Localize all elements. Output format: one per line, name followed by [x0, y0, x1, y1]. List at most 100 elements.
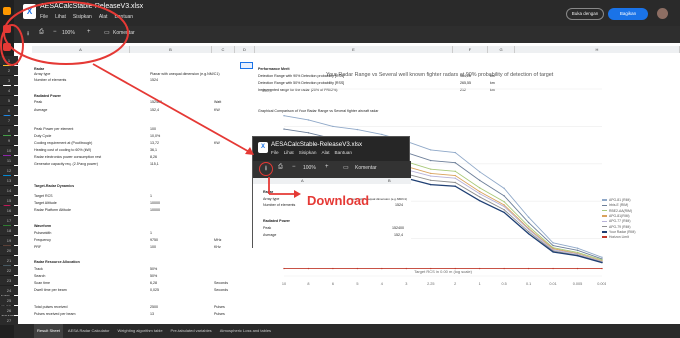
share-button[interactable]: Bagikan: [608, 8, 648, 20]
zoom-out-icon: −: [292, 164, 296, 170]
row-number[interactable]: 23: [0, 276, 18, 285]
comment-icon[interactable]: ▭: [104, 29, 110, 36]
tab-aesa-calculator[interactable]: AESA Radar Calculator: [65, 324, 113, 338]
data-point: [454, 162, 456, 164]
menu-view[interactable]: Lihat: [55, 14, 66, 20]
print-icon[interactable]: ⎙: [39, 29, 44, 36]
row-number[interactable]: 19: [0, 236, 18, 245]
tab-result-sheet[interactable]: Result Sheet: [34, 324, 63, 338]
data-point: [307, 132, 310, 134]
radar-altitude-value[interactable]: 10000: [150, 208, 160, 212]
download-icon[interactable]: ⭳: [259, 162, 273, 176]
column-header-b[interactable]: B: [130, 46, 212, 53]
track-value[interactable]: 50%: [150, 267, 157, 271]
search-value[interactable]: 50%: [150, 274, 157, 278]
sheet-tabs: Result Sheet AESA Radar Calculator Weigh…: [14, 324, 680, 338]
consumption-value[interactable]: 8,26: [150, 155, 157, 159]
elements-value[interactable]: 1524: [150, 78, 158, 82]
zoom-in-icon[interactable]: +: [87, 29, 91, 35]
tab-weighting-table[interactable]: Weighting algorithm table: [114, 324, 165, 338]
scan-time-value[interactable]: 6,28: [150, 281, 157, 285]
browser-icon[interactable]: [3, 43, 11, 51]
row-number[interactable]: 12: [0, 166, 18, 175]
pulsewidth-value[interactable]: 1: [150, 231, 152, 235]
pulses-beam-value[interactable]: 13: [150, 312, 154, 316]
data-point: [552, 267, 554, 270]
data-point: [454, 174, 456, 177]
menu-insert[interactable]: Sisipkan: [73, 14, 92, 20]
frequency-value[interactable]: 9750: [150, 238, 158, 242]
column-header-g[interactable]: G: [488, 46, 515, 53]
pulses-transmitted-value[interactable]: 2500: [150, 305, 158, 309]
dwell-value[interactable]: 0,025: [150, 288, 159, 292]
row-number[interactable]: 16: [0, 206, 18, 215]
tab-pretabulated-variables[interactable]: Pre-tabulated variables: [168, 324, 215, 338]
target-altitude-value[interactable]: 10000: [150, 201, 160, 205]
row-number[interactable]: 11: [0, 156, 18, 165]
comment-button[interactable]: Komentar: [113, 30, 135, 36]
column-header-e[interactable]: E: [255, 46, 453, 53]
open-with-button[interactable]: Buka dengan: [566, 8, 604, 20]
row-number[interactable]: 15: [0, 196, 18, 205]
array-type-value[interactable]: Planar with unequal dimension (e.g.NM/C1…: [150, 72, 220, 76]
row-number[interactable]: 18: [0, 226, 18, 235]
overlay-sheet-preview: A B Radar Array type Planar with unequal…: [253, 178, 411, 249]
column-header-d[interactable]: D: [235, 46, 255, 53]
sheets-icon: X: [258, 142, 268, 153]
x-tick-label: 5: [356, 282, 358, 286]
heating-value[interactable]: 36,1: [150, 148, 157, 152]
row-number[interactable]: 9: [0, 136, 18, 145]
toolbar: ⭳ ⎙ − 100% + ▭ Komentar: [14, 26, 680, 43]
row-number[interactable]: 3: [0, 76, 18, 85]
prf-value[interactable]: 100: [150, 245, 156, 249]
row-number[interactable]: 14: [0, 186, 18, 195]
app-icon[interactable]: [3, 25, 11, 33]
peak-value[interactable]: 152400: [150, 100, 162, 104]
x-axis-label: Target RCS in 0.00 m (log scale): [414, 269, 472, 274]
column-header-c[interactable]: C: [212, 46, 235, 53]
data-point: [576, 247, 579, 249]
zoom-out-icon[interactable]: −: [53, 29, 57, 35]
zoom-level[interactable]: 100%: [62, 30, 75, 36]
target-rcs-value[interactable]: 1: [150, 194, 152, 198]
row-number[interactable]: 22: [0, 266, 18, 275]
column-header-f[interactable]: F: [453, 46, 488, 53]
menu-file[interactable]: File: [40, 14, 48, 20]
data-point: [601, 267, 603, 270]
duty-cycle-value[interactable]: 10,0%: [150, 134, 160, 138]
column-header-h[interactable]: H: [515, 46, 680, 53]
row-number[interactable]: 24: [0, 286, 18, 295]
folder-icon[interactable]: [3, 7, 11, 15]
download-icon[interactable]: ⭳: [27, 29, 29, 39]
row-number[interactable]: 13: [0, 176, 18, 185]
cooling-value[interactable]: 13,72: [150, 141, 159, 145]
avatar[interactable]: [657, 8, 668, 19]
row-number[interactable]: 7: [0, 116, 18, 125]
row-number[interactable]: 5: [0, 96, 18, 105]
frequency-label: Frequency: [34, 238, 51, 242]
tab-atmospheric-loss[interactable]: Atmospheric Loss and tables: [217, 324, 274, 338]
data-point: [478, 171, 481, 173]
average-value[interactable]: 152,4: [150, 108, 159, 112]
row-number[interactable]: 17: [0, 216, 18, 225]
document-title[interactable]: AESACalcStable-ReleaseV3.xlsx: [40, 3, 143, 10]
row-number[interactable]: 2: [0, 66, 18, 75]
menu-help[interactable]: Bantuan: [114, 14, 133, 20]
column-header-a[interactable]: A: [32, 46, 130, 53]
selected-cell[interactable]: [240, 62, 253, 69]
generator-value[interactable]: 115,1: [150, 162, 159, 166]
row-number[interactable]: 8: [0, 126, 18, 135]
row-number[interactable]: 1: [0, 56, 18, 65]
legend-item: RBE2-AA(RIM): [602, 209, 632, 213]
row-number[interactable]: 26: [0, 306, 18, 315]
menu-tools[interactable]: Alat: [99, 14, 108, 20]
row-number[interactable]: 21: [0, 256, 18, 265]
data-point: [454, 170, 456, 172]
row-number[interactable]: 25: [0, 296, 18, 305]
row-number[interactable]: 6: [0, 106, 18, 115]
row-number[interactable]: 10: [0, 146, 18, 155]
row-number[interactable]: 4: [0, 86, 18, 95]
row-number[interactable]: 20: [0, 246, 18, 255]
x-tick-label: 0.01: [549, 282, 556, 286]
peak-per-element-value[interactable]: 100: [150, 127, 156, 131]
